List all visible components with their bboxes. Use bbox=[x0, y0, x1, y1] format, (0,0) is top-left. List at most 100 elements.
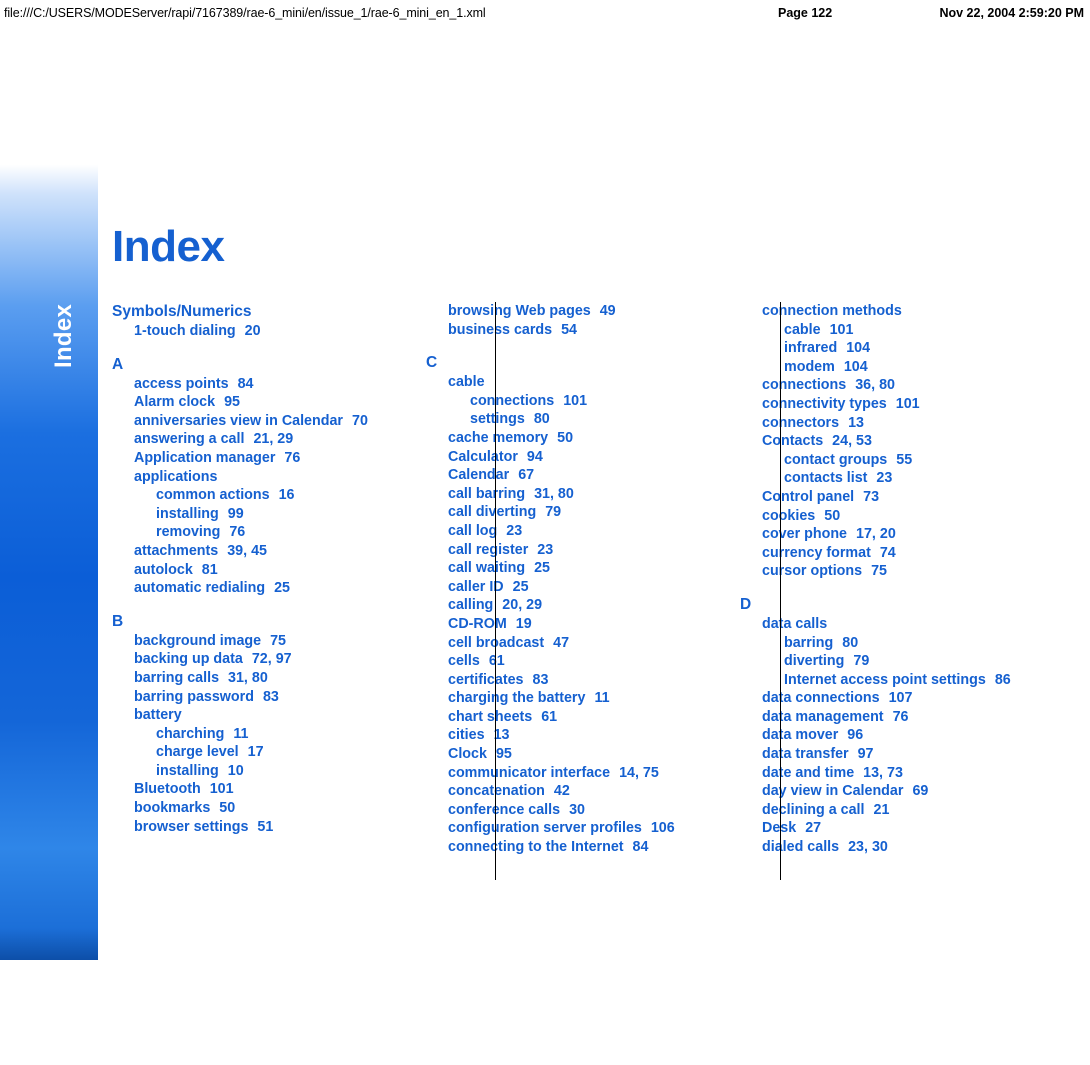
index-entry[interactable]: CD-ROM 19 bbox=[448, 615, 696, 634]
index-subentry[interactable]: contact groups 55 bbox=[784, 451, 1010, 470]
index-entry[interactable]: declining a call 21 bbox=[762, 801, 1010, 820]
index-entry[interactable]: charging the battery 11 bbox=[448, 689, 696, 708]
index-subentry[interactable]: infrared 104 bbox=[784, 339, 1010, 358]
page-title: Index bbox=[112, 222, 225, 271]
index-entry[interactable]: Desk27 bbox=[762, 819, 1010, 838]
index-entry-text: calling bbox=[448, 597, 494, 614]
index-entry-text: installing bbox=[156, 762, 219, 779]
index-entry-pages: 50 bbox=[219, 800, 236, 817]
index-entry[interactable]: conference calls 30 bbox=[448, 801, 696, 820]
index-entry[interactable]: Clock 95 bbox=[448, 745, 696, 764]
index-entry-pages: 94 bbox=[526, 448, 543, 465]
index-entry-pages: 72, 97 bbox=[251, 651, 292, 668]
index-entry[interactable]: applications bbox=[134, 468, 382, 487]
index-entry[interactable]: call barring 31, 80 bbox=[448, 485, 696, 504]
index-entry[interactable]: backing up data 72, 97 bbox=[134, 650, 382, 669]
index-entry[interactable]: browser settings 51 bbox=[134, 818, 382, 837]
index-entry[interactable]: call waiting 25 bbox=[448, 559, 696, 578]
index-entry[interactable]: connecting to the Internet 84 bbox=[448, 838, 696, 857]
index-entry[interactable]: Alarm clock 95 bbox=[134, 393, 382, 412]
index-entry[interactable]: access points 84 bbox=[134, 375, 382, 394]
index-entry[interactable]: date and time 13, 73 bbox=[762, 764, 1010, 783]
index-entry[interactable]: Bluetooth 101 bbox=[134, 780, 382, 799]
index-entry[interactable]: call log 23 bbox=[448, 522, 696, 541]
index-entry[interactable]: Application manager 76 bbox=[134, 449, 382, 468]
index-entry[interactable]: caller ID 25 bbox=[448, 578, 696, 597]
index-entry[interactable]: connection methods bbox=[762, 302, 1010, 321]
index-subentry[interactable]: settings 80 bbox=[470, 410, 696, 429]
index-entry[interactable]: connectors 13 bbox=[762, 414, 1010, 433]
index-entry[interactable]: battery bbox=[134, 706, 382, 725]
index-entry-pages: 14, 75 bbox=[619, 764, 659, 781]
index-entry[interactable]: cells 61 bbox=[448, 652, 696, 671]
index-entry[interactable]: currency format 74 bbox=[762, 544, 1010, 563]
index-entry-text: settings bbox=[470, 411, 525, 428]
index-entry[interactable]: cache memory 50 bbox=[448, 429, 696, 448]
index-entry-pages: 81 bbox=[201, 561, 218, 578]
index-entry[interactable]: communicator interface 14, 75 bbox=[448, 764, 696, 783]
index-entry[interactable]: cell broadcast 47 bbox=[448, 634, 696, 653]
index-entry[interactable]: call register 23 bbox=[448, 541, 696, 560]
index-entry[interactable]: data transfer 97 bbox=[762, 745, 1010, 764]
index-entry[interactable]: configuration server profiles 106 bbox=[448, 819, 696, 838]
index-subentry[interactable]: contacts list 23 bbox=[784, 469, 1010, 488]
index-entry[interactable]: Calculator 94 bbox=[448, 448, 696, 467]
index-entry[interactable]: barring calls 31, 80 bbox=[134, 669, 382, 688]
index-subentry[interactable]: installing 10 bbox=[156, 762, 382, 781]
index-entry[interactable]: browsing Web pages 49 bbox=[448, 302, 696, 321]
index-entry[interactable]: connections 36, 80 bbox=[762, 376, 1010, 395]
index-entry[interactable]: data mover 96 bbox=[762, 726, 1010, 745]
index-entry-pages: 51 bbox=[257, 818, 274, 835]
index-subentry[interactable]: removing 76 bbox=[156, 523, 382, 542]
index-entry[interactable]: data management 76 bbox=[762, 708, 1010, 727]
index-entry[interactable]: autolock 81 bbox=[134, 561, 382, 580]
index-entry[interactable]: attachments 39, 45 bbox=[134, 542, 382, 561]
index-entry-pages: 30 bbox=[569, 801, 585, 818]
index-entry[interactable]: cursor options 75 bbox=[762, 562, 1010, 581]
index-entry-pages: 79 bbox=[853, 653, 870, 670]
index-subentry[interactable]: common actions 16 bbox=[156, 486, 382, 505]
index-subentry[interactable]: modem 104 bbox=[784, 358, 1010, 377]
index-subentry[interactable]: connections 101 bbox=[470, 392, 696, 411]
index-entry-pages: 101 bbox=[209, 781, 234, 798]
index-subentry[interactable]: Internet access point settings 86 bbox=[784, 671, 1011, 690]
index-subentry[interactable]: charge level 17 bbox=[156, 743, 382, 762]
index-subentry[interactable]: charching 11 bbox=[156, 725, 382, 744]
index-entry[interactable]: dialed calls 23, 30 bbox=[762, 838, 1010, 857]
index-entry-pages: 25 bbox=[274, 580, 290, 597]
index-entry[interactable]: Control panel 73 bbox=[762, 488, 1010, 507]
index-subentry[interactable]: diverting 79 bbox=[784, 652, 1010, 671]
index-entry-text: connections bbox=[762, 377, 847, 394]
index-entry[interactable]: connectivity types 101 bbox=[762, 395, 1010, 414]
index-entry-pages: 36, 80 bbox=[855, 377, 895, 394]
index-entry[interactable]: anniversaries view in Calendar 70 bbox=[134, 412, 382, 431]
index-entry[interactable]: automatic redialing 25 bbox=[134, 579, 382, 598]
index-entry[interactable]: data calls bbox=[762, 615, 1010, 634]
index-entry[interactable]: cookies 50 bbox=[762, 507, 1010, 526]
index-entry[interactable]: business cards 54 bbox=[448, 321, 696, 340]
index-entry[interactable]: cover phone 17, 20 bbox=[762, 525, 1010, 544]
index-entry[interactable]: concatenation 42 bbox=[448, 782, 696, 801]
index-entry[interactable]: call diverting 79 bbox=[448, 503, 696, 522]
index-entry[interactable]: cities 13 bbox=[448, 726, 696, 745]
index-entry[interactable]: background image 75 bbox=[134, 632, 382, 651]
index-entry[interactable]: calling 20, 29 bbox=[448, 596, 696, 615]
index-entry-pages: 104 bbox=[843, 358, 868, 375]
index-entry-text: data transfer bbox=[762, 746, 849, 763]
index-entry[interactable]: data connections 107 bbox=[762, 689, 1010, 708]
index-subentry[interactable]: cable 101 bbox=[784, 321, 1010, 340]
index-entry[interactable]: 1-touch dialing 20 bbox=[134, 322, 382, 341]
index-entry-pages: 67 bbox=[518, 467, 535, 484]
index-entry[interactable]: barring password 83 bbox=[134, 688, 382, 707]
index-entry[interactable]: day view in Calendar 69 bbox=[762, 782, 1010, 801]
index-entry[interactable]: Contacts 24, 53 bbox=[762, 432, 1010, 451]
index-entry[interactable]: Calendar 67 bbox=[448, 466, 696, 485]
index-entry[interactable]: answering a call 21, 29 bbox=[134, 430, 382, 449]
index-entry-text: call barring bbox=[448, 485, 526, 502]
index-subentry[interactable]: barring 80 bbox=[784, 634, 1010, 653]
index-subentry[interactable]: installing 99 bbox=[156, 505, 382, 524]
index-entry[interactable]: chart sheets 61 bbox=[448, 708, 696, 727]
index-entry[interactable]: cable bbox=[448, 373, 696, 392]
index-entry[interactable]: bookmarks 50 bbox=[134, 799, 382, 818]
index-entry[interactable]: certificates 83 bbox=[448, 671, 696, 690]
